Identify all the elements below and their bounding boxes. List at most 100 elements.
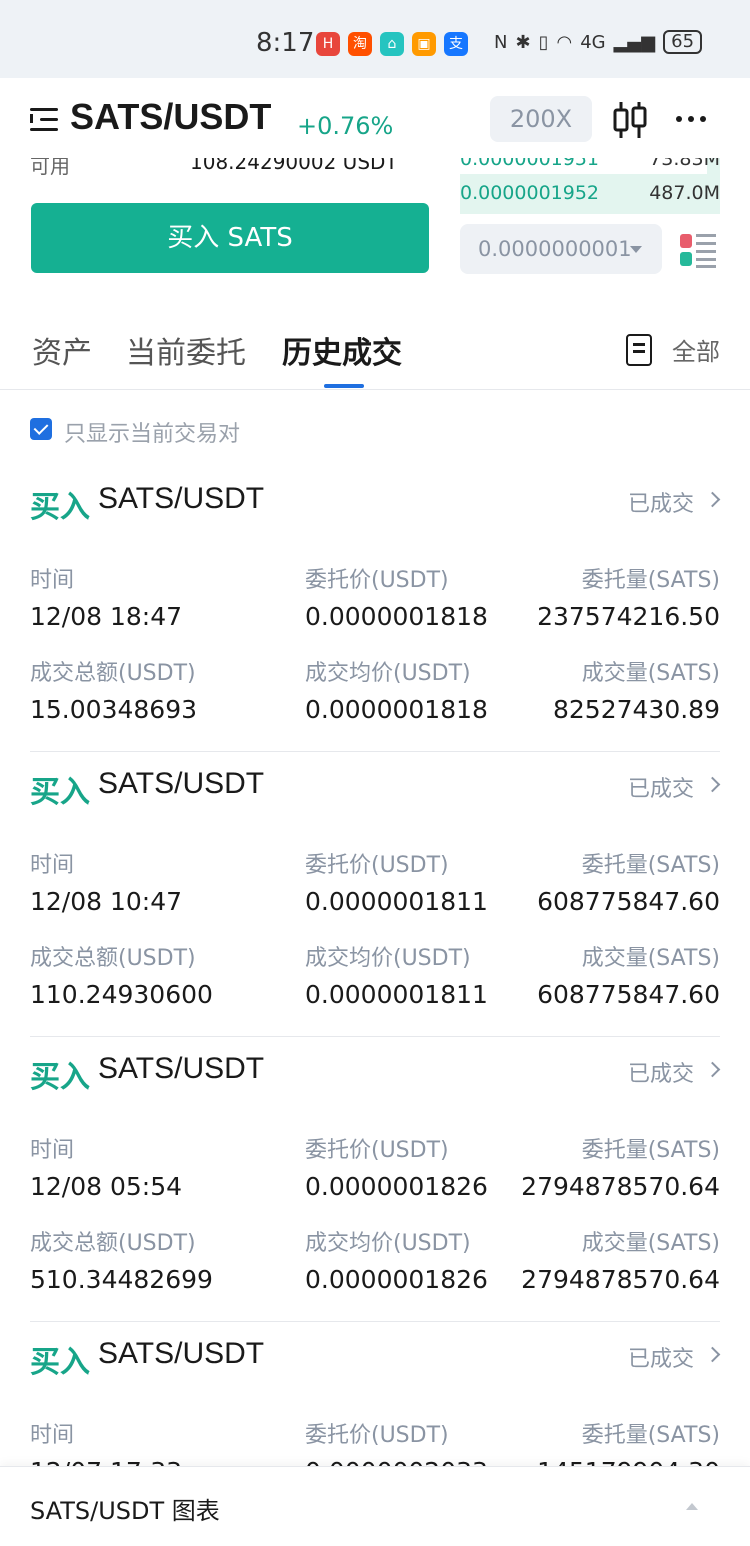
alipay-icon: 支 bbox=[444, 32, 468, 56]
trade-symbol: SATS/USDT bbox=[98, 1337, 265, 1370]
trade-side: 买入 bbox=[30, 490, 90, 525]
amount-label: 委托量(SATS) bbox=[581, 568, 720, 593]
leverage-button[interactable]: 200X bbox=[490, 96, 592, 142]
trade-symbol: SATS/USDT bbox=[98, 1052, 265, 1085]
avg-price-label: 成交均价(USDT) bbox=[305, 661, 471, 686]
trade-symbol: SATS/USDT bbox=[98, 767, 265, 800]
status-indicators: N ✱ ▯ ◠ 4G ▂▄▆ 65 bbox=[494, 30, 703, 54]
avg-price: 0.0000001818 bbox=[305, 695, 488, 724]
orderbook-layout-icon[interactable] bbox=[676, 230, 720, 270]
all-filter[interactable]: 全部 bbox=[672, 332, 720, 367]
order-amount: 2794878570.64 bbox=[521, 1172, 720, 1201]
app-icon: ▣ bbox=[412, 32, 436, 56]
bluetooth-icon: ✱ bbox=[515, 31, 531, 53]
wifi-icon: ◠ bbox=[556, 31, 573, 53]
filled-amount: 608775847.60 bbox=[537, 980, 720, 1009]
trade-header: 买入 SATS/USDT 已成交 bbox=[30, 1052, 721, 1095]
trade-status: 已成交 bbox=[627, 1347, 694, 1372]
document-icon[interactable] bbox=[626, 334, 652, 366]
price-label: 委托价(USDT) bbox=[305, 1423, 449, 1448]
orderbook-row[interactable]: 0.0000001952 487.0M bbox=[460, 174, 720, 214]
time-label: 时间 bbox=[30, 1138, 75, 1163]
trade-status: 已成交 bbox=[627, 1062, 694, 1087]
trade-record[interactable]: 买入 SATS/USDT 已成交 时间 委托价(USDT) 委托量(SATS) … bbox=[30, 468, 721, 752]
trade-header: 买入 SATS/USDT 已成交 bbox=[30, 1337, 721, 1380]
trade-time: 12/08 05:54 bbox=[30, 1172, 183, 1201]
price-change: +0.76% bbox=[297, 112, 394, 140]
trade-record[interactable]: 买入 SATS/USDT 已成交 时间 委托价(USDT) 委托量(SATS) … bbox=[30, 1038, 721, 1322]
buy-button[interactable]: 买入 SATS bbox=[31, 203, 429, 273]
trading-card: 可用 108.24290002 USDT 0.0000001951 73.83M… bbox=[0, 78, 750, 1546]
filled-amount: 2794878570.64 bbox=[521, 1265, 720, 1294]
price-label: 委托价(USDT) bbox=[305, 853, 449, 878]
total-label: 成交总额(USDT) bbox=[30, 1231, 196, 1256]
candlestick-chart-icon[interactable] bbox=[612, 100, 648, 140]
price-label: 委托价(USDT) bbox=[305, 1138, 449, 1163]
filled-label: 成交量(SATS) bbox=[581, 1231, 720, 1256]
filled-label: 成交量(SATS) bbox=[581, 946, 720, 971]
huawei-app-icon: H bbox=[316, 32, 340, 56]
chevron-right-icon[interactable] bbox=[704, 1346, 721, 1363]
tab-open-orders[interactable]: 当前委托 bbox=[126, 328, 246, 372]
filled-amount: 82527430.89 bbox=[552, 695, 720, 724]
status-time: 8:17 bbox=[256, 28, 315, 58]
avg-price: 0.0000001811 bbox=[305, 980, 488, 1009]
avg-price-label: 成交均价(USDT) bbox=[305, 1231, 471, 1256]
filter-label: 只显示当前交易对 bbox=[64, 422, 241, 447]
amount-label: 委托量(SATS) bbox=[581, 1423, 720, 1448]
amount-label: 委托量(SATS) bbox=[581, 1138, 720, 1163]
signal-label: 4G bbox=[580, 31, 606, 53]
checkbox[interactable] bbox=[30, 418, 52, 440]
tab-trade-history[interactable]: 历史成交 bbox=[282, 328, 402, 372]
chevron-right-icon[interactable] bbox=[704, 491, 721, 508]
menu-icon[interactable] bbox=[30, 108, 58, 132]
total-label: 成交总额(USDT) bbox=[30, 946, 196, 971]
trading-header: SATS/USDT +0.76% 200X bbox=[0, 78, 750, 158]
chart-drawer-label: SATS/USDT 图表 bbox=[30, 1497, 220, 1525]
trade-total: 15.00348693 bbox=[30, 695, 198, 724]
trade-status: 已成交 bbox=[627, 492, 694, 517]
order-amount: 237574216.50 bbox=[537, 602, 720, 631]
more-icon[interactable] bbox=[676, 116, 712, 124]
amount-label: 委托量(SATS) bbox=[581, 853, 720, 878]
orderbook-qty: 487.0M bbox=[649, 182, 720, 204]
chevron-right-icon[interactable] bbox=[704, 776, 721, 793]
chevron-right-icon[interactable] bbox=[704, 1061, 721, 1078]
price-label: 委托价(USDT) bbox=[305, 568, 449, 593]
home-app-icon: ⌂ bbox=[380, 32, 404, 56]
avg-price-label: 成交均价(USDT) bbox=[305, 946, 471, 971]
order-amount: 608775847.60 bbox=[537, 887, 720, 916]
trade-status: 已成交 bbox=[627, 777, 694, 802]
trade-side: 买入 bbox=[30, 1345, 90, 1380]
order-price: 0.0000001826 bbox=[305, 1172, 488, 1201]
orders-tabs: 资产 当前委托 历史成交 全部 bbox=[0, 318, 750, 390]
tab-assets[interactable]: 资产 bbox=[32, 328, 92, 372]
caret-up-icon[interactable] bbox=[686, 1503, 698, 1510]
trade-side: 买入 bbox=[30, 775, 90, 810]
order-price: 0.0000001811 bbox=[305, 887, 488, 916]
time-label: 时间 bbox=[30, 568, 75, 593]
trade-side: 买入 bbox=[30, 1060, 90, 1095]
time-label: 时间 bbox=[30, 853, 75, 878]
status-app-icons: H 淘 ⌂ ▣ 支 bbox=[316, 32, 468, 56]
pair-title[interactable]: SATS/USDT bbox=[70, 96, 271, 138]
trade-record[interactable]: 买入 SATS/USDT 已成交 时间 委托价(USDT) 委托量(SATS) … bbox=[30, 753, 721, 1037]
taobao-icon: 淘 bbox=[348, 32, 372, 56]
status-bar: 8:17 H 淘 ⌂ ▣ 支 N ✱ ▯ ◠ 4G ▂▄▆ 65 bbox=[0, 0, 750, 78]
nfc-icon: N bbox=[494, 31, 508, 53]
trade-total: 510.34482699 bbox=[30, 1265, 213, 1294]
precision-value: 0.0000000001 bbox=[478, 237, 632, 261]
trade-total: 110.24930600 bbox=[30, 980, 213, 1009]
signal-icon: ▂▄▆ bbox=[613, 31, 656, 53]
chart-drawer-bar[interactable]: SATS/USDT 图表 bbox=[0, 1466, 750, 1546]
trade-time: 12/08 10:47 bbox=[30, 887, 183, 916]
precision-select[interactable]: 0.0000000001 bbox=[460, 224, 662, 274]
total-label: 成交总额(USDT) bbox=[30, 661, 196, 686]
trade-header: 买入 SATS/USDT 已成交 bbox=[30, 767, 721, 810]
trade-time: 12/08 18:47 bbox=[30, 602, 183, 631]
avg-price: 0.0000001826 bbox=[305, 1265, 488, 1294]
battery-icon: 65 bbox=[663, 30, 703, 54]
trade-header: 买入 SATS/USDT 已成交 bbox=[30, 482, 721, 525]
active-tab-indicator bbox=[324, 384, 364, 388]
time-label: 时间 bbox=[30, 1423, 75, 1448]
